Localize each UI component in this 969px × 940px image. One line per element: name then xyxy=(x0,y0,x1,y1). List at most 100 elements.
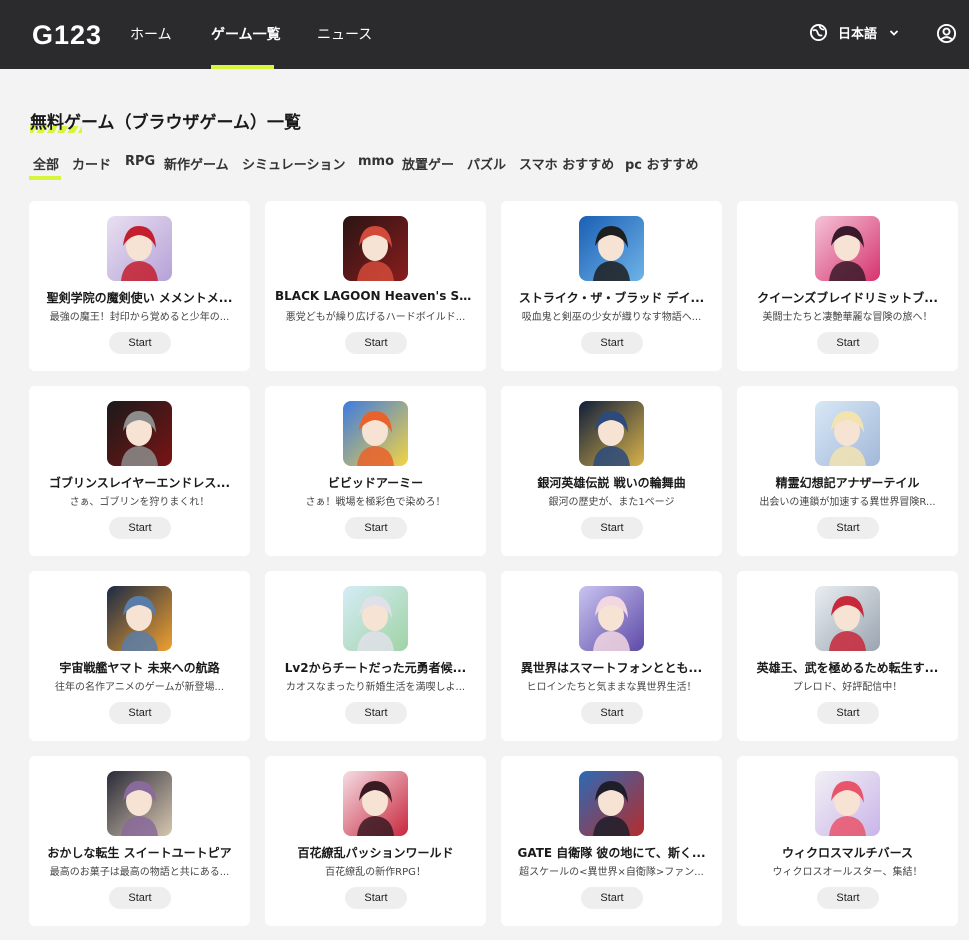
game-description: 超スケールの<異世界×自衛隊>ファン... xyxy=(519,867,704,878)
game-description: 悪党どもが繰り広げるハードボイルド... xyxy=(285,312,466,323)
game-title: ゴブリンスレイヤーエンドレス... xyxy=(48,476,231,490)
game-title: 聖剣学院の魔剣使い メメントメ... xyxy=(46,291,233,305)
game-grid: 聖剣学院の魔剣使い メメントメ... 最強の魔王！封印から覚めると少年の... St… xyxy=(29,201,958,926)
game-card[interactable]: 百花繚乱パッションワールド 百花繚乱の新作RPG！ Start xyxy=(265,756,486,926)
game-card[interactable]: 精霊幻想記アナザーテイル出会いの連鎖が加速する異世界冒険R... Start xyxy=(737,386,958,556)
filter-card[interactable]: カード xyxy=(72,154,111,173)
game-card[interactable]: おかしな転生 スイートユートピア 最高のお菓子は最高の物語と共にある... Star… xyxy=(29,756,250,926)
game-card[interactable]: ウィクロスマルチバース ウィクロスオールスター、集結！ Start xyxy=(737,756,958,926)
game-card[interactable]: ストライク・ザ・ブラッド デイ... 吸血鬼と剣巫の少女が織りなす物語へ... St… xyxy=(501,201,722,371)
game-title: ウィクロスマルチバース xyxy=(781,846,914,860)
game-title: クイーンズブレイドリミットブ... xyxy=(757,291,938,305)
game-description: 最強の魔王！封印から覚めると少年の... xyxy=(49,312,230,323)
globe-icon xyxy=(809,23,828,42)
game-thumbnail[interactable] xyxy=(107,216,172,281)
filter-rpg[interactable]: RPG xyxy=(125,154,155,169)
game-thumbnail[interactable] xyxy=(815,216,880,281)
game-description: 出会いの連鎖が加速する異世界冒険R... xyxy=(759,497,936,508)
game-description: プレロド、好評配信中！ xyxy=(792,682,903,693)
game-thumbnail[interactable] xyxy=(579,401,644,466)
top-navigation-bar: G123 ホーム ゲーム一覧 ニュース 日本語 xyxy=(0,0,969,69)
game-thumbnail[interactable] xyxy=(579,771,644,836)
game-title: BLACK LAGOON Heaven's Shot xyxy=(275,289,476,303)
game-card[interactable]: クイーンズブレイドリミットブ... 美闘士たちと凄艶華麗な冒険の旅へ！ Start xyxy=(737,201,958,371)
game-title: 銀河英雄伝説 戦いの輪舞曲 xyxy=(537,476,686,490)
g123-logo[interactable]: G123 xyxy=(32,20,102,51)
start-game-button[interactable]: Start xyxy=(581,887,643,909)
start-game-button[interactable]: Start xyxy=(817,517,879,539)
game-card[interactable]: 聖剣学院の魔剣使い メメントメ... 最強の魔王！封印から覚めると少年の... St… xyxy=(29,201,250,371)
start-game-button[interactable]: Start xyxy=(817,702,879,724)
game-thumbnail[interactable] xyxy=(343,771,408,836)
start-game-button[interactable]: Start xyxy=(817,332,879,354)
game-title: 異世界はスマートフォンととも... xyxy=(520,661,703,675)
nav-home[interactable]: ホーム xyxy=(130,24,172,44)
game-card[interactable]: Lv2からチートだった元勇者候... カオスなまったり新婚生活を満喫しよ... St… xyxy=(265,571,486,741)
start-game-button[interactable]: Start xyxy=(109,517,171,539)
chevron-down-icon xyxy=(889,29,899,36)
game-thumbnail[interactable] xyxy=(107,401,172,466)
game-thumbnail[interactable] xyxy=(107,771,172,836)
game-card[interactable]: GATE 自衛隊 彼の地にて、斯く... 超スケールの<異世界×自衛隊>ファン..… xyxy=(501,756,722,926)
game-title: 精霊幻想記アナザーテイル xyxy=(775,476,920,490)
game-description: 百花繚乱の新作RPG！ xyxy=(325,867,426,878)
game-description: ヒロインたちと気ままな異世界生活！ xyxy=(526,682,697,693)
game-description: さぁ、ゴブリンを狩りまくれ！ xyxy=(69,497,210,508)
game-card[interactable]: ビビッドアーミーさぁ！戦場を極彩色で染めろ！ Start xyxy=(265,386,486,556)
game-card[interactable]: 英雄王、武を極めるため転生す... プレロド、好評配信中！ Start xyxy=(737,571,958,741)
nav-active-indicator xyxy=(211,65,274,69)
game-description: 最高のお菓子は最高の物語と共にある... xyxy=(49,867,230,878)
start-game-button[interactable]: Start xyxy=(345,332,407,354)
start-game-button[interactable]: Start xyxy=(345,887,407,909)
game-description: 美闘士たちと凄艶華麗な冒険の旅へ！ xyxy=(762,312,933,323)
game-description: 銀河の歴史が、また1ページ xyxy=(548,497,675,508)
game-card[interactable]: BLACK LAGOON Heaven's Shot 悪党どもが繰り広げるハードボ… xyxy=(265,201,486,371)
game-thumbnail[interactable] xyxy=(343,586,408,651)
start-game-button[interactable]: Start xyxy=(817,887,879,909)
start-game-button[interactable]: Start xyxy=(581,517,643,539)
game-thumbnail[interactable] xyxy=(815,771,880,836)
start-game-button[interactable]: Start xyxy=(345,517,407,539)
game-title: 宇宙戦艦ヤマト 未来への航路 xyxy=(59,661,220,675)
game-thumbnail[interactable] xyxy=(815,401,880,466)
filter-pc-recommended[interactable]: pc おすすめ xyxy=(625,154,699,173)
game-card[interactable]: ゴブリンスレイヤーエンドレス... さぁ、ゴブリンを狩りまくれ！ Start xyxy=(29,386,250,556)
game-title: おかしな転生 スイートユートピア xyxy=(47,846,232,860)
game-title: Lv2からチートだった元勇者候... xyxy=(284,661,467,675)
game-description: さぁ！戦場を極彩色で染めろ！ xyxy=(305,497,446,508)
game-title: ビビッドアーミー xyxy=(327,476,424,490)
game-thumbnail[interactable] xyxy=(343,401,408,466)
start-game-button[interactable]: Start xyxy=(109,887,171,909)
user-account-button[interactable] xyxy=(936,23,957,48)
game-thumbnail[interactable] xyxy=(579,216,644,281)
filter-new-games[interactable]: 新作ゲーム xyxy=(164,154,229,173)
game-thumbnail[interactable] xyxy=(579,586,644,651)
filter-idle[interactable]: 放置ゲー xyxy=(402,154,454,173)
start-game-button[interactable]: Start xyxy=(345,702,407,724)
filter-mmo[interactable]: mmo xyxy=(358,154,394,169)
game-card[interactable]: 異世界はスマートフォンととも... ヒロインたちと気ままな異世界生活！ Start xyxy=(501,571,722,741)
game-card[interactable]: 銀河英雄伝説 戦いの輪舞曲 銀河の歴史が、また1ページ Start xyxy=(501,386,722,556)
language-selector[interactable]: 日本語 xyxy=(809,23,899,42)
filter-all[interactable]: 全部 xyxy=(33,154,59,173)
filter-simulation[interactable]: シミュレーション xyxy=(242,154,345,173)
game-description: ウィクロスオールスター、集結！ xyxy=(772,867,923,878)
game-title: 百花繚乱パッションワールド xyxy=(297,846,454,860)
start-game-button[interactable]: Start xyxy=(581,332,643,354)
start-game-button[interactable]: Start xyxy=(581,702,643,724)
game-thumbnail[interactable] xyxy=(107,586,172,651)
start-game-button[interactable]: Start xyxy=(109,332,171,354)
game-thumbnail[interactable] xyxy=(815,586,880,651)
game-card[interactable]: 宇宙戦艦ヤマト 未来への航路 往年の名作アニメのゲームが新登場... Start xyxy=(29,571,250,741)
nav-game-list[interactable]: ゲーム一覧 xyxy=(211,24,281,44)
game-title: 英雄王、武を極めるため転生す... xyxy=(756,661,939,675)
nav-news[interactable]: ニュース xyxy=(317,24,372,44)
filter-active-indicator xyxy=(29,176,61,180)
game-description: 往年の名作アニメのゲームが新登場... xyxy=(54,682,225,693)
game-description: カオスなまったり新婚生活を満喫しよ... xyxy=(285,682,466,693)
filter-smartphone-recommended[interactable]: スマホ おすすめ xyxy=(519,154,614,173)
game-thumbnail[interactable] xyxy=(343,216,408,281)
start-game-button[interactable]: Start xyxy=(109,702,171,724)
language-label: 日本語 xyxy=(838,27,878,42)
filter-puzzle[interactable]: パズル xyxy=(467,154,506,173)
